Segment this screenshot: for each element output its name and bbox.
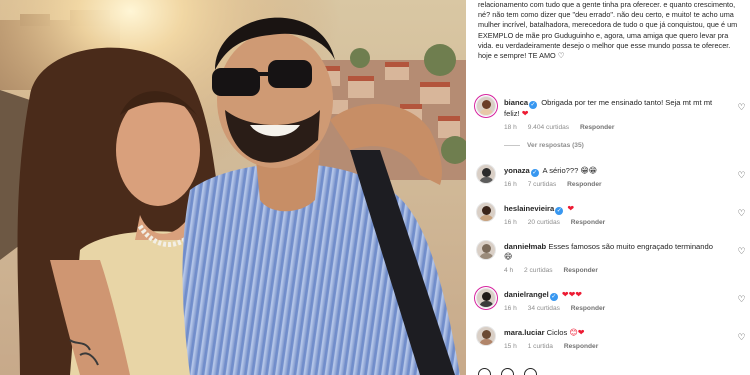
post-caption: relacionamento com tudo que a gente tinh… [478,0,738,61]
heart-outline-icon[interactable]: ♡ [737,248,746,257]
comment-time: 16 h [504,219,517,226]
comment-time: 16 h [504,305,517,312]
heart-outline-icon[interactable]: ♡ [737,296,746,305]
comment-meta: 15 h 1 curtida Responder [504,343,607,350]
verified-badge-icon: ✓ [529,101,538,109]
avatar[interactable] [476,240,496,260]
comment-likes[interactable]: 34 curtidas [528,305,560,312]
comment-time: 16 h [504,181,517,188]
comment-username[interactable]: yonaza [504,166,530,175]
comment-likes[interactable]: 7 curtidas [528,181,557,188]
comment-text: bianca ✓ Obrigada por ter me ensinado tan… [504,98,722,119]
like-icon[interactable] [478,368,491,375]
reply-button[interactable]: Responder [567,181,601,188]
reply-button[interactable]: Responder [571,219,605,226]
comment-likes[interactable]: 9.404 curtidas [528,124,569,131]
comment-username[interactable]: danniełmab [504,242,546,251]
comment-emoji: ❤ [521,109,529,118]
comment-time: 4 h [504,267,514,274]
comment-text: yonaza ✓ A sério??? 😁😁 [504,166,722,177]
post-actions-bar [478,368,547,375]
comments-panel: relacionamento com tudo que a gente tinh… [466,0,750,375]
heart-outline-icon[interactable]: ♡ [737,334,746,343]
comment-likes[interactable]: 2 curtidas [524,267,553,274]
comment-time: 18 h [504,124,517,131]
comment-text: danniełmab Esses famosos são muito engra… [504,242,722,262]
reply-button[interactable]: Responder [563,267,597,274]
comment-emoji: ❤ [567,204,575,213]
comment-time: 15 h [504,343,517,350]
avatar[interactable] [476,164,496,184]
comment-text: heslainevieira ✓ ❤ [504,204,722,215]
comment-emoji: 😄 [504,252,513,261]
comment-meta: 16 h 20 curtidas Responder [504,219,614,226]
comment-username[interactable]: bianca [504,98,528,107]
comment-item: heslainevieira ✓ ❤ 16 h 20 curtidas Respo… [476,202,748,242]
view-replies-button[interactable]: Ver respostas (35) [504,142,584,149]
comment-item: mara.luciar Ciclos 😊❤ 15 h 1 curtida Res… [476,326,748,366]
avatar[interactable] [476,326,496,346]
verified-badge-icon: ✓ [555,207,564,215]
verified-badge-icon: ✓ [530,169,539,177]
comment-emoji: 😁😁 [580,166,598,175]
heart-outline-icon[interactable]: ♡ [737,104,746,113]
comment-meta: 16 h 34 curtidas Responder [504,305,614,312]
comment-item: danniełmab Esses famosos são muito engra… [476,240,748,280]
reply-button[interactable]: Responder [571,305,605,312]
comment-text: mara.luciar Ciclos 😊❤ [504,328,722,338]
comment-username[interactable]: mara.luciar [504,328,545,337]
reply-button[interactable]: Responder [564,343,598,350]
comment-text: danielrangel ✓ ❤❤❤ [504,290,722,301]
comment-meta: 18 h 9.404 curtidas Responder [504,124,623,131]
avatar[interactable] [476,96,496,116]
photo-illustration [0,0,466,375]
comment-item: bianca ✓ Obrigada por ter me ensinado tan… [476,96,748,136]
reply-button[interactable]: Responder [580,124,614,131]
heart-outline-icon[interactable]: ♡ [737,172,746,181]
comment-body: A sério??? [542,166,579,175]
comment-likes[interactable]: 1 curtida [528,343,553,350]
avatar[interactable] [476,288,496,308]
share-icon[interactable] [524,368,537,375]
comment-emoji: ❤❤❤ [561,290,582,299]
comment-item: danielrangel ✓ ❤❤❤ 16 h 34 curtidas Respo… [476,288,748,328]
comment-username[interactable]: danielrangel [504,290,549,299]
comment-username[interactable]: heslainevieira [504,204,554,213]
comment-item: yonaza ✓ A sério??? 😁😁 16 h 7 curtidas Re… [476,164,748,204]
verified-badge-icon: ✓ [549,293,558,301]
avatar[interactable] [476,202,496,222]
comment-emoji: 😊❤ [569,328,585,337]
comment-icon[interactable] [501,368,514,375]
comment-meta: 16 h 7 curtidas Responder [504,181,611,188]
comment-meta: 4 h 2 curtidas Responder [504,267,607,274]
comment-body: Esses famosos são muito engraçado termin… [548,242,713,251]
comment-likes[interactable]: 20 curtidas [528,219,560,226]
comment-body: Ciclos [546,328,568,337]
heart-outline-icon[interactable]: ♡ [737,210,746,219]
post-photo[interactable] [0,0,466,375]
